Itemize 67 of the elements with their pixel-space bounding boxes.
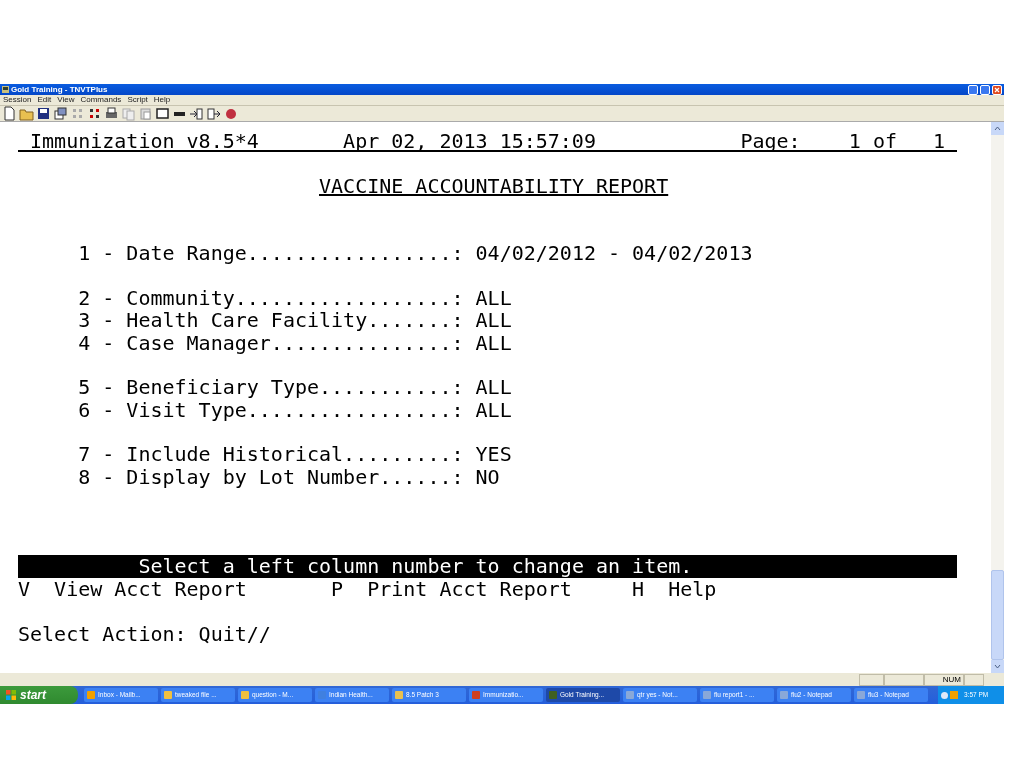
item-value: NO [475,465,500,489]
maximize-button[interactable] [980,84,990,95]
windows-logo-icon [6,690,16,700]
import-icon[interactable] [189,106,204,121]
item-label: Date Range.................: [126,241,465,265]
prompt-bar: Select a left column number to change an item. [18,555,958,578]
export-icon[interactable] [206,106,221,121]
action-key[interactable]: V [18,577,55,601]
terminal-icon [549,691,557,699]
report-title: VACCINE ACCOUNTABILITY REPORT [319,173,669,198]
action-label: Print Acct Report [367,577,572,601]
item-label: Include Historical.........: [126,443,465,466]
menu-item[interactable]: Commands [80,96,122,104]
status-pane [964,673,984,686]
menu-item[interactable]: Help [153,96,171,104]
action-label: View Acct Report [54,577,247,601]
menu-item[interactable]: View [57,96,75,104]
item-number[interactable]: 2 - [78,286,127,310]
window-icon[interactable] [155,106,170,121]
app-version: Immunization v8.5*4 [30,130,260,151]
item-value: 04/02/2012 - 04/02/2013 [475,241,753,265]
item-number[interactable]: 4 - [78,331,127,354]
page-label: Page: [740,130,802,151]
save-icon[interactable] [36,106,51,121]
item-label: Case Manager...............: [126,331,465,354]
minimize-button[interactable] [968,84,978,95]
item-number[interactable]: 3 - [78,309,127,332]
command-prompt[interactable]: Select Action: Quit// [18,621,271,646]
scroll-up-icon[interactable] [991,122,1004,135]
item-number[interactable]: 5 - [78,376,127,399]
item-label: Beneficiary Type...........: [126,376,465,399]
item-value: ALL [475,309,512,332]
item-number[interactable]: 6 - [78,398,127,422]
date-time: Apr 02, 2013 15:57:09 [343,130,597,151]
item-number[interactable]: 8 - [78,465,127,489]
num-lock-indicator: NUM [924,673,964,686]
windows-icon[interactable] [53,106,68,121]
item-value: ALL [475,286,512,310]
window-title: Gold Training - TNVTPlus [11,85,108,94]
menu-item[interactable]: Script [127,96,148,104]
action-key[interactable]: P [331,577,368,601]
printer-icon[interactable] [104,106,119,121]
terminal-icon [2,86,9,93]
page-number: 1 of [848,130,898,151]
item-value: YES [475,443,512,466]
menu-item[interactable]: Session [3,96,32,104]
item-label: Display by Lot Number......: [126,465,465,489]
action-label: Help [668,577,717,601]
item-number[interactable]: 1 - [78,241,127,265]
item-label: Visit Type.................: [126,398,465,422]
menu-item[interactable]: Edit [37,96,52,104]
speaker-icon [941,691,948,699]
stop-icon[interactable] [223,106,238,121]
close-button[interactable] [992,84,1002,95]
item-value: ALL [475,376,512,399]
start-button[interactable]: start [0,686,78,704]
item-label: Community..................: [126,286,465,310]
item-value: ALL [475,331,512,354]
action-key[interactable]: H [632,577,669,601]
vertical-scrollbar[interactable] [991,122,1004,673]
item-number[interactable]: 7 - [78,443,127,466]
item-value: ALL [475,398,512,422]
scrollbar-thumb[interactable] [991,570,1004,660]
scroll-down-icon[interactable] [991,660,1004,673]
page-count: 1 [933,130,946,151]
folder-icon [395,691,403,699]
item-label: Health Care Facility.......: [126,309,465,332]
